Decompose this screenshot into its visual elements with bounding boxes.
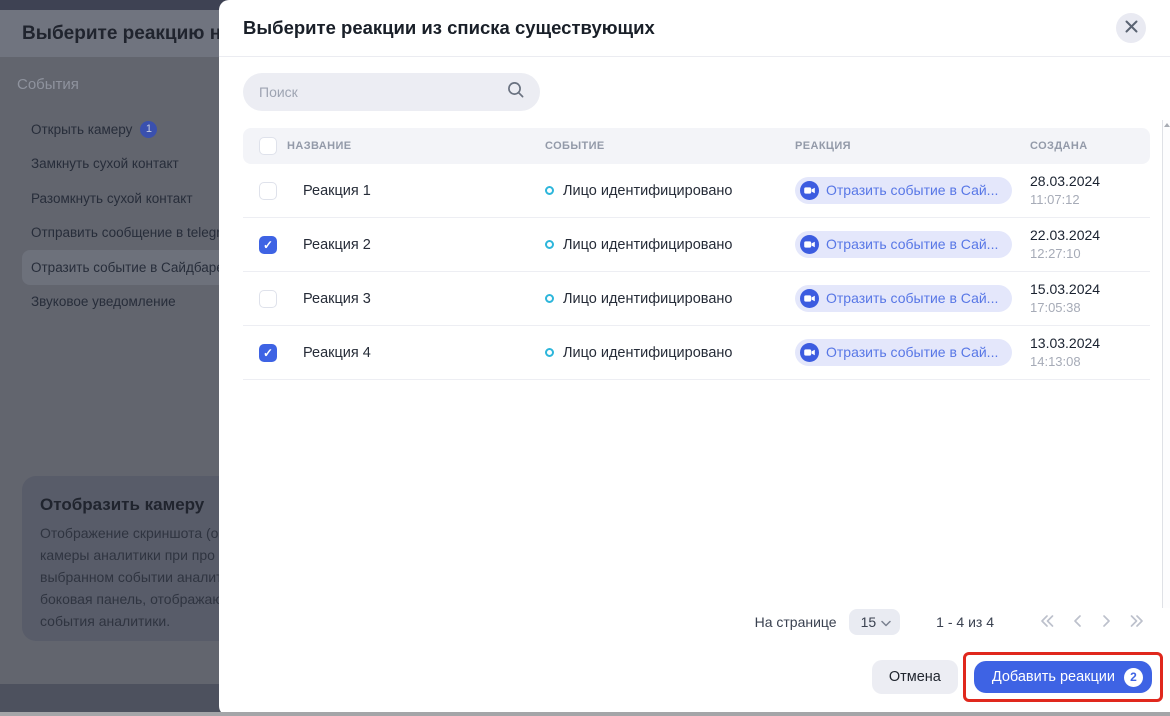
row-name: Реакция 3 [287,291,545,307]
row-checkbox[interactable]: ✓ [259,236,277,254]
red-highlight-box: Добавить реакции 2 [963,652,1163,702]
camera-icon [800,289,819,308]
first-page-button[interactable] [1036,611,1058,633]
event-status-icon [545,186,554,195]
row-date: 13.03.2024 [1030,333,1150,353]
column-header-name: НАЗВАНИЕ [287,140,545,152]
search-box [243,73,540,111]
table-row[interactable]: Реакция 3 Лицо идентифицировано Отразить… [243,272,1150,326]
select-reactions-modal: Выберите реакции из списка существующих [219,0,1170,716]
row-event-label: Лицо идентифицировано [563,291,732,307]
modal-footer: Отмена Добавить реакции 2 [243,644,1150,716]
select-all-checkbox[interactable] [259,137,277,155]
sidebar-item-label: Замкнуть сухой контакт [31,156,179,171]
sidebar-item-label: Звуковое уведомление [31,294,176,309]
pagination-bar: На странице 15 1 - 4 из 4 [243,598,1150,644]
background-dialog-title: Выберите реакцию н [22,23,221,45]
reaction-chip[interactable]: Отразить событие в Сай... [795,177,1012,204]
reaction-chip[interactable]: Отразить событие в Сай... [795,285,1012,312]
row-event-label: Лицо идентифицировано [563,183,732,199]
screen: Выберите реакцию н События Открыть камер… [0,0,1170,716]
cancel-button[interactable]: Отмена [872,660,958,694]
range-label: 1 - 4 из 4 [936,614,994,630]
reactions-table: НАЗВАНИЕ СОБЫТИЕ РЕАКЦИЯ СОЗДАНА Реакция… [243,128,1150,380]
search-icon [507,81,525,104]
table-row[interactable]: ✓ Реакция 2 Лицо идентифицировано Отрази… [243,218,1150,272]
per-page-label: На странице [755,614,837,630]
add-reactions-button[interactable]: Добавить реакции 2 [974,661,1152,693]
camera-icon [800,235,819,254]
row-checkbox[interactable] [259,182,277,200]
row-date: 22.03.2024 [1030,225,1150,245]
double-chevron-left-icon [1039,614,1055,631]
sidebar-item-label: Открыть камеру [31,122,132,137]
row-time: 17:05:38 [1030,299,1150,318]
row-name: Реакция 4 [287,345,545,361]
row-name: Реакция 2 [287,237,545,253]
table-header-row: НАЗВАНИЕ СОБЫТИЕ РЕАКЦИЯ СОЗДАНА [243,128,1150,164]
row-event-label: Лицо идентифицировано [563,345,732,361]
event-status-icon [545,240,554,249]
row-reaction-label: Отразить событие в Сай... [826,344,998,360]
search-input[interactable] [259,84,507,100]
chevron-down-icon [881,614,891,630]
double-chevron-right-icon [1129,614,1145,631]
camera-icon [800,181,819,200]
row-time: 12:27:10 [1030,245,1150,264]
sidebar-item-label: Разомкнуть сухой контакт [31,191,193,206]
row-reaction-label: Отразить событие в Сай... [826,290,998,306]
column-header-created: СОЗДАНА [1030,140,1150,152]
row-event-label: Лицо идентифицировано [563,237,732,253]
column-header-reaction: РЕАКЦИЯ [795,140,1030,152]
prev-page-button[interactable] [1066,611,1088,633]
reaction-chip[interactable]: Отразить событие в Сай... [795,231,1012,258]
modal-body: НАЗВАНИЕ СОБЫТИЕ РЕАКЦИЯ СОЗДАНА Реакция… [219,57,1170,716]
table-row[interactable]: ✓ Реакция 4 Лицо идентифицировано Отрази… [243,326,1150,380]
close-icon [1125,20,1138,36]
selected-count-badge: 2 [1124,668,1143,687]
row-name: Реакция 1 [287,183,545,199]
sidebar-item-badge: 1 [140,121,157,138]
reaction-chip[interactable]: Отразить событие в Сай... [795,339,1012,366]
row-time: 11:07:12 [1030,191,1150,210]
event-status-icon [545,348,554,357]
sidebar-item-label: Отправить сообщение в telegra [31,225,228,240]
table-row[interactable]: Реакция 1 Лицо идентифицировано Отразить… [243,164,1150,218]
row-checkbox[interactable] [259,290,277,308]
last-page-button[interactable] [1126,611,1148,633]
next-page-button[interactable] [1096,611,1118,633]
event-status-icon [545,294,554,303]
add-reactions-label: Добавить реакции [992,669,1115,685]
column-header-event: СОБЫТИЕ [545,140,795,152]
row-reaction-label: Отразить событие в Сай... [826,236,998,252]
horizontal-scrollbar[interactable] [0,712,1170,716]
sidebar-item-label: Отразить событие в Сайдбаре [31,260,224,275]
chevron-right-icon [1102,614,1112,631]
row-reaction-label: Отразить событие в Сай... [826,182,998,198]
row-checkbox[interactable]: ✓ [259,344,277,362]
per-page-value: 15 [861,614,877,630]
close-button[interactable] [1116,13,1146,43]
events-section-label: События [17,76,79,93]
row-time: 14:13:08 [1030,353,1150,372]
row-date: 15.03.2024 [1030,279,1150,299]
modal-title: Выберите реакции из списка существующих [243,17,655,39]
row-date: 28.03.2024 [1030,171,1150,191]
scroll-up-arrow-icon [1164,123,1170,127]
per-page-select[interactable]: 15 [849,609,901,635]
table-body: Реакция 1 Лицо идентифицировано Отразить… [243,164,1150,380]
vertical-scrollbar[interactable] [1162,120,1170,608]
chevron-left-icon [1072,614,1082,631]
camera-icon [800,343,819,362]
pagination-nav [1036,611,1148,633]
modal-header: Выберите реакции из списка существующих [219,0,1170,57]
